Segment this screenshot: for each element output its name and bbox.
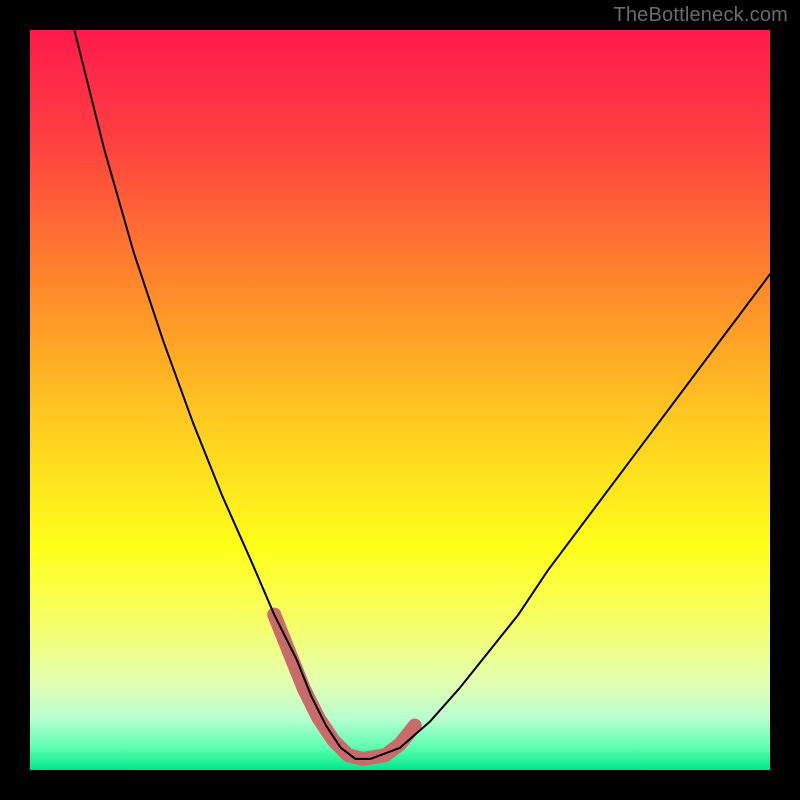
watermark-text: TheBottleneck.com: [613, 4, 788, 27]
chart-frame: TheBottleneck.com: [0, 0, 800, 800]
plot-background: [30, 30, 770, 770]
bottleneck-chart: [0, 0, 800, 800]
